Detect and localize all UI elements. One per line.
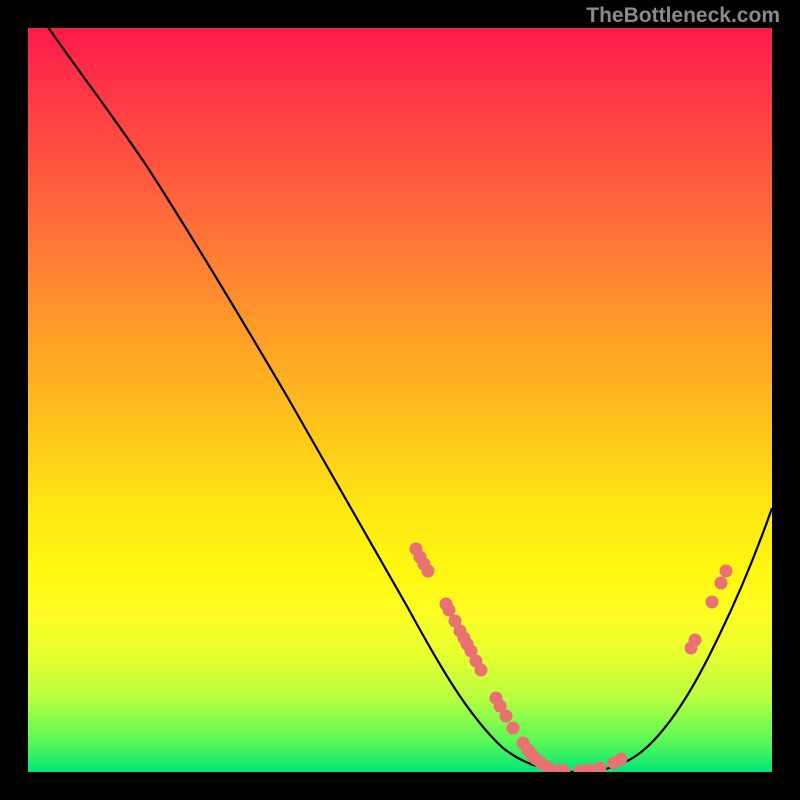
data-point — [715, 577, 728, 590]
data-point — [422, 565, 435, 578]
data-point — [507, 722, 520, 735]
data-point — [500, 710, 513, 723]
data-point — [720, 565, 733, 578]
data-point — [615, 753, 628, 766]
data-point — [475, 664, 488, 677]
bottleneck-curve — [28, 28, 772, 772]
data-point — [443, 604, 456, 617]
chart-area — [28, 28, 772, 772]
chart-svg — [28, 28, 772, 772]
data-points — [410, 543, 733, 773]
data-point — [594, 762, 607, 773]
data-point — [689, 634, 702, 647]
watermark-text: TheBottleneck.com — [586, 4, 780, 28]
data-point — [706, 596, 719, 609]
